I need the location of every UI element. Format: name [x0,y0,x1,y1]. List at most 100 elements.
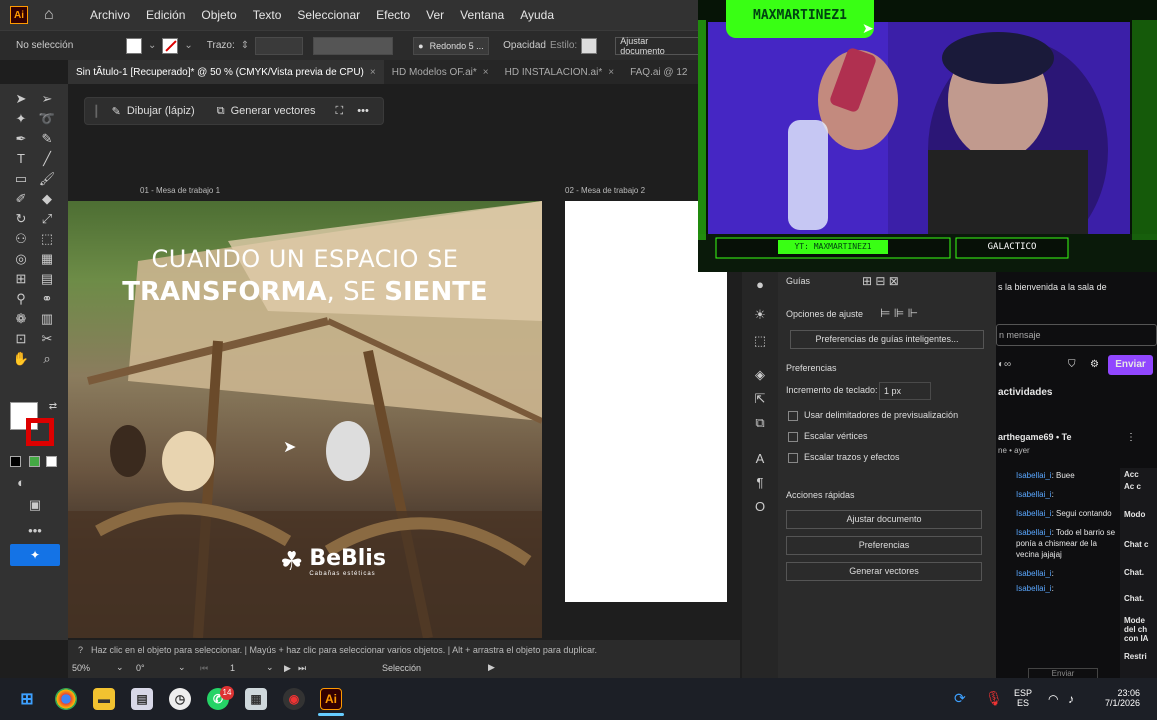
swap-colors-icon[interactable]: ⇄ [44,398,62,416]
page-number[interactable]: 1 [230,663,235,673]
language-indicator[interactable]: ESP ES [1014,688,1032,708]
zoom-level[interactable]: 50% [72,663,90,673]
variable-width-field[interactable] [313,36,394,55]
image-icon[interactable]: ⛶ [336,105,344,118]
none-mode-icon[interactable] [46,456,57,467]
help-icon[interactable]: ? [78,645,83,655]
menu-archivo[interactable]: Archivo [82,8,138,22]
drag-handle-icon[interactable]: ┃ [93,105,100,118]
chevron-down-icon[interactable]: ⌄ [266,662,274,673]
stepper-icon[interactable]: ⇕ [241,40,249,51]
draw-pencil-button[interactable]: Dibujar (lápiz) [127,105,195,117]
eyedropper-icon[interactable]: ⚲ [12,290,30,308]
lasso-icon[interactable]: ➰ [38,110,56,128]
shape-builder-icon[interactable]: ◎ [12,250,30,268]
hand-tool-icon[interactable]: ✋ [12,350,30,368]
illustrator-taskbar-icon[interactable]: Ai [320,688,342,710]
paragraph-icon[interactable]: ¶ [751,474,769,492]
keyboard-increment-input[interactable]: 1 px [879,382,931,400]
play-icon[interactable]: ▶ [488,662,495,673]
gradient-mode-icon[interactable] [29,456,40,467]
scale-strokes-checkbox[interactable]: Escalar trazos y efectos [788,452,900,463]
tab-document-3[interactable]: HD INSTALACION.ai* × [497,67,622,78]
fit-document-button[interactable]: Ajustar documento [615,36,700,56]
chevron-down-icon[interactable]: ⌄ [116,662,124,673]
menu-seleccionar[interactable]: Seleccionar [289,8,368,22]
activities-header[interactable]: actividades [998,387,1052,398]
snap-icons[interactable]: ⊨ ⊫ ⊩ [880,306,918,320]
rotation-value[interactable]: 0° [136,663,145,673]
volume-icon[interactable]: ♪ [1068,692,1074,706]
perspective-grid-icon[interactable]: ▦ [38,250,56,268]
paintbrush-icon[interactable]: 🖌 [38,170,56,188]
smart-guides-prefs-button[interactable]: Preferencias de guías inteligentes... [790,330,984,349]
generative-ai-button[interactable]: ✦ [10,544,60,566]
artboard-1[interactable]: CUANDO UN ESPACIO SE TRANSFORMA, SE SIEN… [68,201,542,638]
app-icon[interactable]: ▤ [131,688,153,710]
opacity-label[interactable]: Opacidad [503,40,546,51]
gear-icon[interactable]: ⚙ [1090,359,1099,370]
layers-icon[interactable]: ◈ [751,366,769,384]
clock-app-icon[interactable]: ◷ [169,688,191,710]
screen-mode-icon[interactable]: ▣ [26,496,44,514]
direct-selection-tool-icon[interactable]: ➢ [38,90,56,108]
symbol-sprayer-icon[interactable]: ❁ [12,310,30,328]
menu-edicion[interactable]: Edición [138,8,193,22]
generate-vectors-button[interactable]: Generar vectores [231,105,316,117]
line-tool-icon[interactable]: ╱ [38,150,56,168]
artboards-icon[interactable]: ⧉ [751,414,769,432]
mesh-tool-icon[interactable]: ⊞ [12,270,30,288]
more-options-icon[interactable]: ••• [357,105,369,117]
opentype-icon[interactable]: O [751,498,769,516]
pen-tool-icon[interactable]: ✒ [12,130,30,148]
stroke-weight-field[interactable] [255,36,304,55]
magic-wand-icon[interactable]: ✦ [12,110,30,128]
tab-document-1[interactable]: Sin tÃtulo-1 [Recuperado]* @ 50 % (CMYK/… [68,60,384,84]
windows-start-icon[interactable]: ⊞ [16,688,38,710]
transform-icon[interactable]: ⬚ [751,332,769,350]
microphone-icon[interactable]: 🎙 [985,690,1003,707]
menu-efecto[interactable]: Efecto [368,8,418,22]
preview-bounds-checkbox[interactable]: Usar delimitadores de previsualización [788,410,958,421]
chat-input[interactable]: n mensaje [996,324,1157,346]
menu-objeto[interactable]: Objeto [193,8,244,22]
calculator-icon[interactable]: ▦ [245,688,267,710]
slice-tool-icon[interactable]: ✂ [38,330,56,348]
type-tool-icon[interactable]: T [12,150,30,168]
last-page-icon[interactable]: ⏭ [298,663,306,674]
zoom-tool-icon[interactable]: ⌕ [38,350,56,368]
stroke-swatch[interactable] [162,37,179,54]
home-icon[interactable]: ⌂ [44,6,62,24]
sync-icon[interactable]: ⟳ [954,690,966,707]
selection-tool-icon[interactable]: ➤ [12,90,30,108]
artboard-1-label[interactable]: 01 - Mesa de trabajo 1 [140,186,220,195]
artboard-2-label[interactable]: 02 - Mesa de trabajo 2 [565,186,645,195]
emote-icon[interactable]: ◐∞ [998,359,1011,370]
shaper-tool-icon[interactable]: ✐ [12,190,30,208]
next-page-icon[interactable]: ▶ [284,663,291,674]
chevron-down-icon[interactable]: ⌄ [184,40,192,51]
style-swatch[interactable] [581,37,598,54]
chevron-down-icon[interactable]: ⌄ [178,662,186,673]
obs-icon[interactable]: ◉ [283,688,305,710]
draw-mode-icon[interactable]: ◐ [12,474,30,492]
more-options-icon[interactable]: ⋮ [1126,432,1136,443]
gradient-tool-icon[interactable]: ▤ [38,270,56,288]
column-graph-icon[interactable]: ▥ [38,310,56,328]
blend-tool-icon[interactable]: ⚭ [38,290,56,308]
generate-vectors-quick-button[interactable]: Generar vectores [786,562,982,581]
chrome-icon[interactable] [55,688,77,710]
free-transform-icon[interactable]: ⬚ [38,230,56,248]
brightness-icon[interactable]: ☀ [751,306,769,324]
wifi-icon[interactable]: ◠ [1048,692,1058,706]
artboard-tool-icon[interactable]: ⊡ [12,330,30,348]
menu-ver[interactable]: Ver [418,8,452,22]
appearance-icon[interactable]: ● [751,276,769,294]
brush-field[interactable]: ● Redondo 5 ... [413,36,490,55]
curvature-tool-icon[interactable]: ✎ [38,130,56,148]
chat-send-button[interactable]: Enviar [1108,355,1153,375]
fit-document-quick-button[interactable]: Ajustar documento [786,510,982,529]
guide-icons[interactable]: ⊞ ⊟ ⊠ [862,274,899,288]
tab-document-4[interactable]: FAQ.ai @ 12 [622,67,695,78]
menu-ayuda[interactable]: Ayuda [512,8,562,22]
